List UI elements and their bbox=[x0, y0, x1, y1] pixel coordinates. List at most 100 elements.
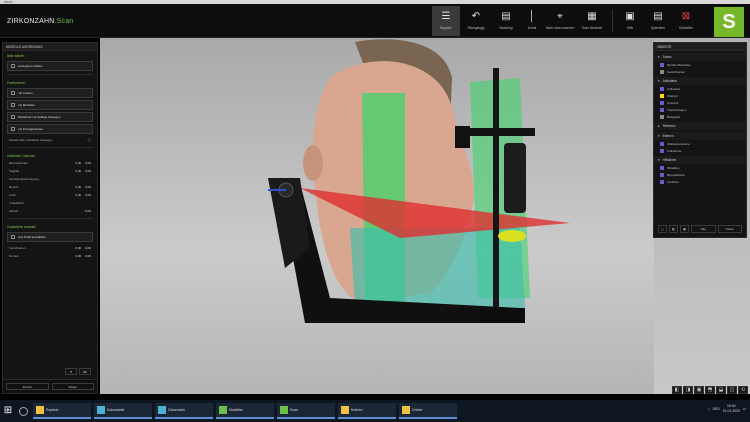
app-logo-button[interactable]: S bbox=[714, 7, 744, 37]
help-icon: ▣ bbox=[625, 11, 635, 22]
object-item[interactable]: Oberteil bbox=[654, 92, 746, 99]
checkbox-icon bbox=[11, 64, 15, 68]
toggle-row[interactable]: Modell nach Artikulator bewegen ◯ bbox=[3, 136, 97, 144]
object-item[interactable]: Artikulator bbox=[654, 85, 746, 92]
group-articulator[interactable]: ▾ Artikulator bbox=[654, 77, 746, 85]
divider bbox=[7, 218, 93, 219]
windows-start-icon[interactable]: ⊞ bbox=[2, 405, 14, 417]
view-front-icon[interactable]: ▣ bbox=[694, 386, 704, 394]
object-item[interactable]: Gesichtsscan bbox=[654, 68, 746, 75]
value-row[interactable]: Bennettwinkel 0,00 0,00 bbox=[3, 159, 97, 167]
ruler-icon: │ bbox=[528, 11, 536, 22]
group-reference[interactable]: ▸ Referenz bbox=[654, 122, 746, 130]
view-full-button[interactable]: ▣ bbox=[680, 225, 689, 233]
divider bbox=[7, 147, 93, 148]
object-item[interactable]: Lachlinie bbox=[654, 178, 746, 185]
position-option-3[interactable]: Modell bis zur Auflage bewegen bbox=[7, 112, 93, 122]
value-row[interactable]: Rechts 0,00 0,00 bbox=[3, 183, 97, 191]
object-item[interactable]: Modell Oberkiefer bbox=[654, 61, 746, 68]
chevron-down-icon: ▾ bbox=[658, 134, 660, 138]
value-row[interactable]: Drehen 0,00 0,00 bbox=[3, 252, 97, 260]
view-split-button[interactable]: ◧ bbox=[669, 225, 678, 233]
view-left-icon[interactable]: ◧ bbox=[672, 386, 682, 394]
toolbar-button-matching[interactable]: ▤ Matching bbox=[492, 6, 520, 36]
value-row[interactable]: Sagittal 0,00 0,00 bbox=[3, 167, 97, 175]
reset-button[interactable]: ↺ bbox=[65, 368, 77, 375]
clock[interactable]: 10:00 01.01.2020 bbox=[723, 404, 740, 414]
position-option-2[interactable]: mit Modellen bbox=[7, 100, 93, 110]
view-controls: ◧ ◨ ▣ ⬒ ⬓ ◫ ⟲ bbox=[672, 386, 748, 394]
object-item[interactable]: Frankfurter bbox=[654, 147, 746, 154]
view-single-button[interactable]: ◻ bbox=[658, 225, 667, 233]
section-position: Positionieren bbox=[7, 81, 26, 85]
toolbar-button-close[interactable]: ⊠ Schließen bbox=[672, 6, 700, 36]
speaker-icon[interactable]: ♪ bbox=[708, 407, 710, 411]
object-item[interactable]: Okklusionsebene bbox=[654, 140, 746, 147]
taskbar-app[interactable]: Notizen bbox=[338, 403, 396, 419]
language-indicator[interactable]: DEU bbox=[713, 407, 720, 411]
position-option-1[interactable]: mit Leisten bbox=[7, 88, 93, 98]
taskbar-app[interactable]: Dokumente bbox=[94, 403, 152, 419]
group-guides[interactable]: ▾ Hilfslinien bbox=[654, 156, 746, 164]
option-profile[interactable]: Aus Profil auswählen bbox=[7, 232, 93, 242]
toolbar-button-undo[interactable]: ↶ Rückgängig bbox=[462, 6, 490, 36]
subheading: Inzisaltisch bbox=[9, 201, 24, 205]
toolbar-button-layers[interactable]: ☰ Doppeln bbox=[432, 6, 460, 36]
ok-button[interactable]: OK bbox=[79, 368, 91, 375]
taskbar-app[interactable]: Explorer bbox=[33, 403, 91, 419]
value-row[interactable]: Winkel 0,00 bbox=[3, 207, 97, 215]
object-item[interactable]: Mittellinie bbox=[654, 164, 746, 171]
folder-icon bbox=[36, 406, 44, 414]
toolbar-button-save[interactable]: ▤ Speichern bbox=[644, 6, 672, 36]
position-option-4[interactable]: mit Frontgebunden bbox=[7, 124, 93, 134]
view-right-icon[interactable]: ◨ bbox=[683, 386, 693, 394]
option-select-system[interactable]: Leitsystem wählen bbox=[7, 61, 93, 71]
taskbar-app[interactable]: Ordner bbox=[399, 403, 457, 419]
search-icon[interactable] bbox=[19, 406, 28, 416]
group-scans[interactable]: ▾ Scans bbox=[654, 53, 746, 61]
system-tray: ♪ DEU 10:00 01.01.2020 ▭ bbox=[708, 404, 746, 414]
view-bottom-icon[interactable]: ⬓ bbox=[716, 386, 726, 394]
toolbar-button-scan-swap[interactable]: ▦ Scan Wechsel bbox=[578, 6, 606, 36]
chevron-down-icon: ▾ bbox=[658, 55, 660, 59]
color-swatch bbox=[660, 107, 664, 112]
view-top-icon[interactable]: ⬒ bbox=[705, 386, 715, 394]
taskbar-app[interactable]: Zirkonzahn bbox=[155, 403, 213, 419]
chevron-down-icon: ▾ bbox=[658, 158, 660, 162]
taskbar-app[interactable]: Modellier bbox=[216, 403, 274, 419]
toolbar-button-scan-top[interactable]: ⌖ Nach oben scannen bbox=[546, 6, 574, 36]
panel-tools: ◻ ◧ ▣ Alle Keine bbox=[658, 225, 742, 233]
divider bbox=[7, 74, 93, 75]
checkbox-icon bbox=[11, 235, 15, 239]
articulator-base bbox=[480, 308, 525, 323]
view-back-icon[interactable]: ◫ bbox=[727, 386, 737, 394]
select-none-button[interactable]: Keine bbox=[717, 225, 742, 233]
panel-header: MODELLE ANORDNUNG bbox=[3, 43, 97, 51]
incisal-pin bbox=[493, 68, 499, 318]
value-row[interactable]: Verschieben 0,00 0,00 bbox=[3, 244, 97, 252]
3d-viewport[interactable] bbox=[100, 38, 654, 394]
reset-view-icon[interactable]: ⟲ bbox=[738, 386, 748, 394]
bite-fork-ring bbox=[498, 230, 526, 242]
group-planes[interactable]: ▾ Ebenen bbox=[654, 132, 746, 140]
app-icon bbox=[219, 406, 227, 414]
object-item[interactable]: Bipupillarlinie bbox=[654, 171, 746, 178]
transfer-bow bbox=[460, 128, 535, 136]
toolbar-button-ruler[interactable]: │ Lineal bbox=[518, 6, 546, 36]
checkbox-icon bbox=[11, 115, 15, 119]
notification-icon[interactable]: ▭ bbox=[743, 407, 746, 411]
color-swatch bbox=[660, 148, 664, 153]
back-button[interactable]: Zurück bbox=[6, 383, 49, 390]
object-item[interactable]: Transferbogen bbox=[654, 106, 746, 113]
toolbar-button-help[interactable]: ▣ Hilfe bbox=[616, 6, 644, 36]
next-button[interactable]: Weiter bbox=[51, 383, 94, 390]
chevron-right-icon: ▸ bbox=[658, 124, 660, 128]
folder-icon bbox=[402, 406, 410, 414]
mini-button-group: ↺ OK bbox=[65, 368, 91, 375]
taskbar-app[interactable]: Scan bbox=[277, 403, 335, 419]
select-all-button[interactable]: Alle bbox=[691, 225, 716, 233]
object-item[interactable]: Bissgabel bbox=[654, 113, 746, 120]
object-item[interactable]: Unterteil bbox=[654, 99, 746, 106]
toolbar-separator bbox=[612, 10, 613, 32]
value-row[interactable]: Links 0,00 0,00 bbox=[3, 191, 97, 199]
